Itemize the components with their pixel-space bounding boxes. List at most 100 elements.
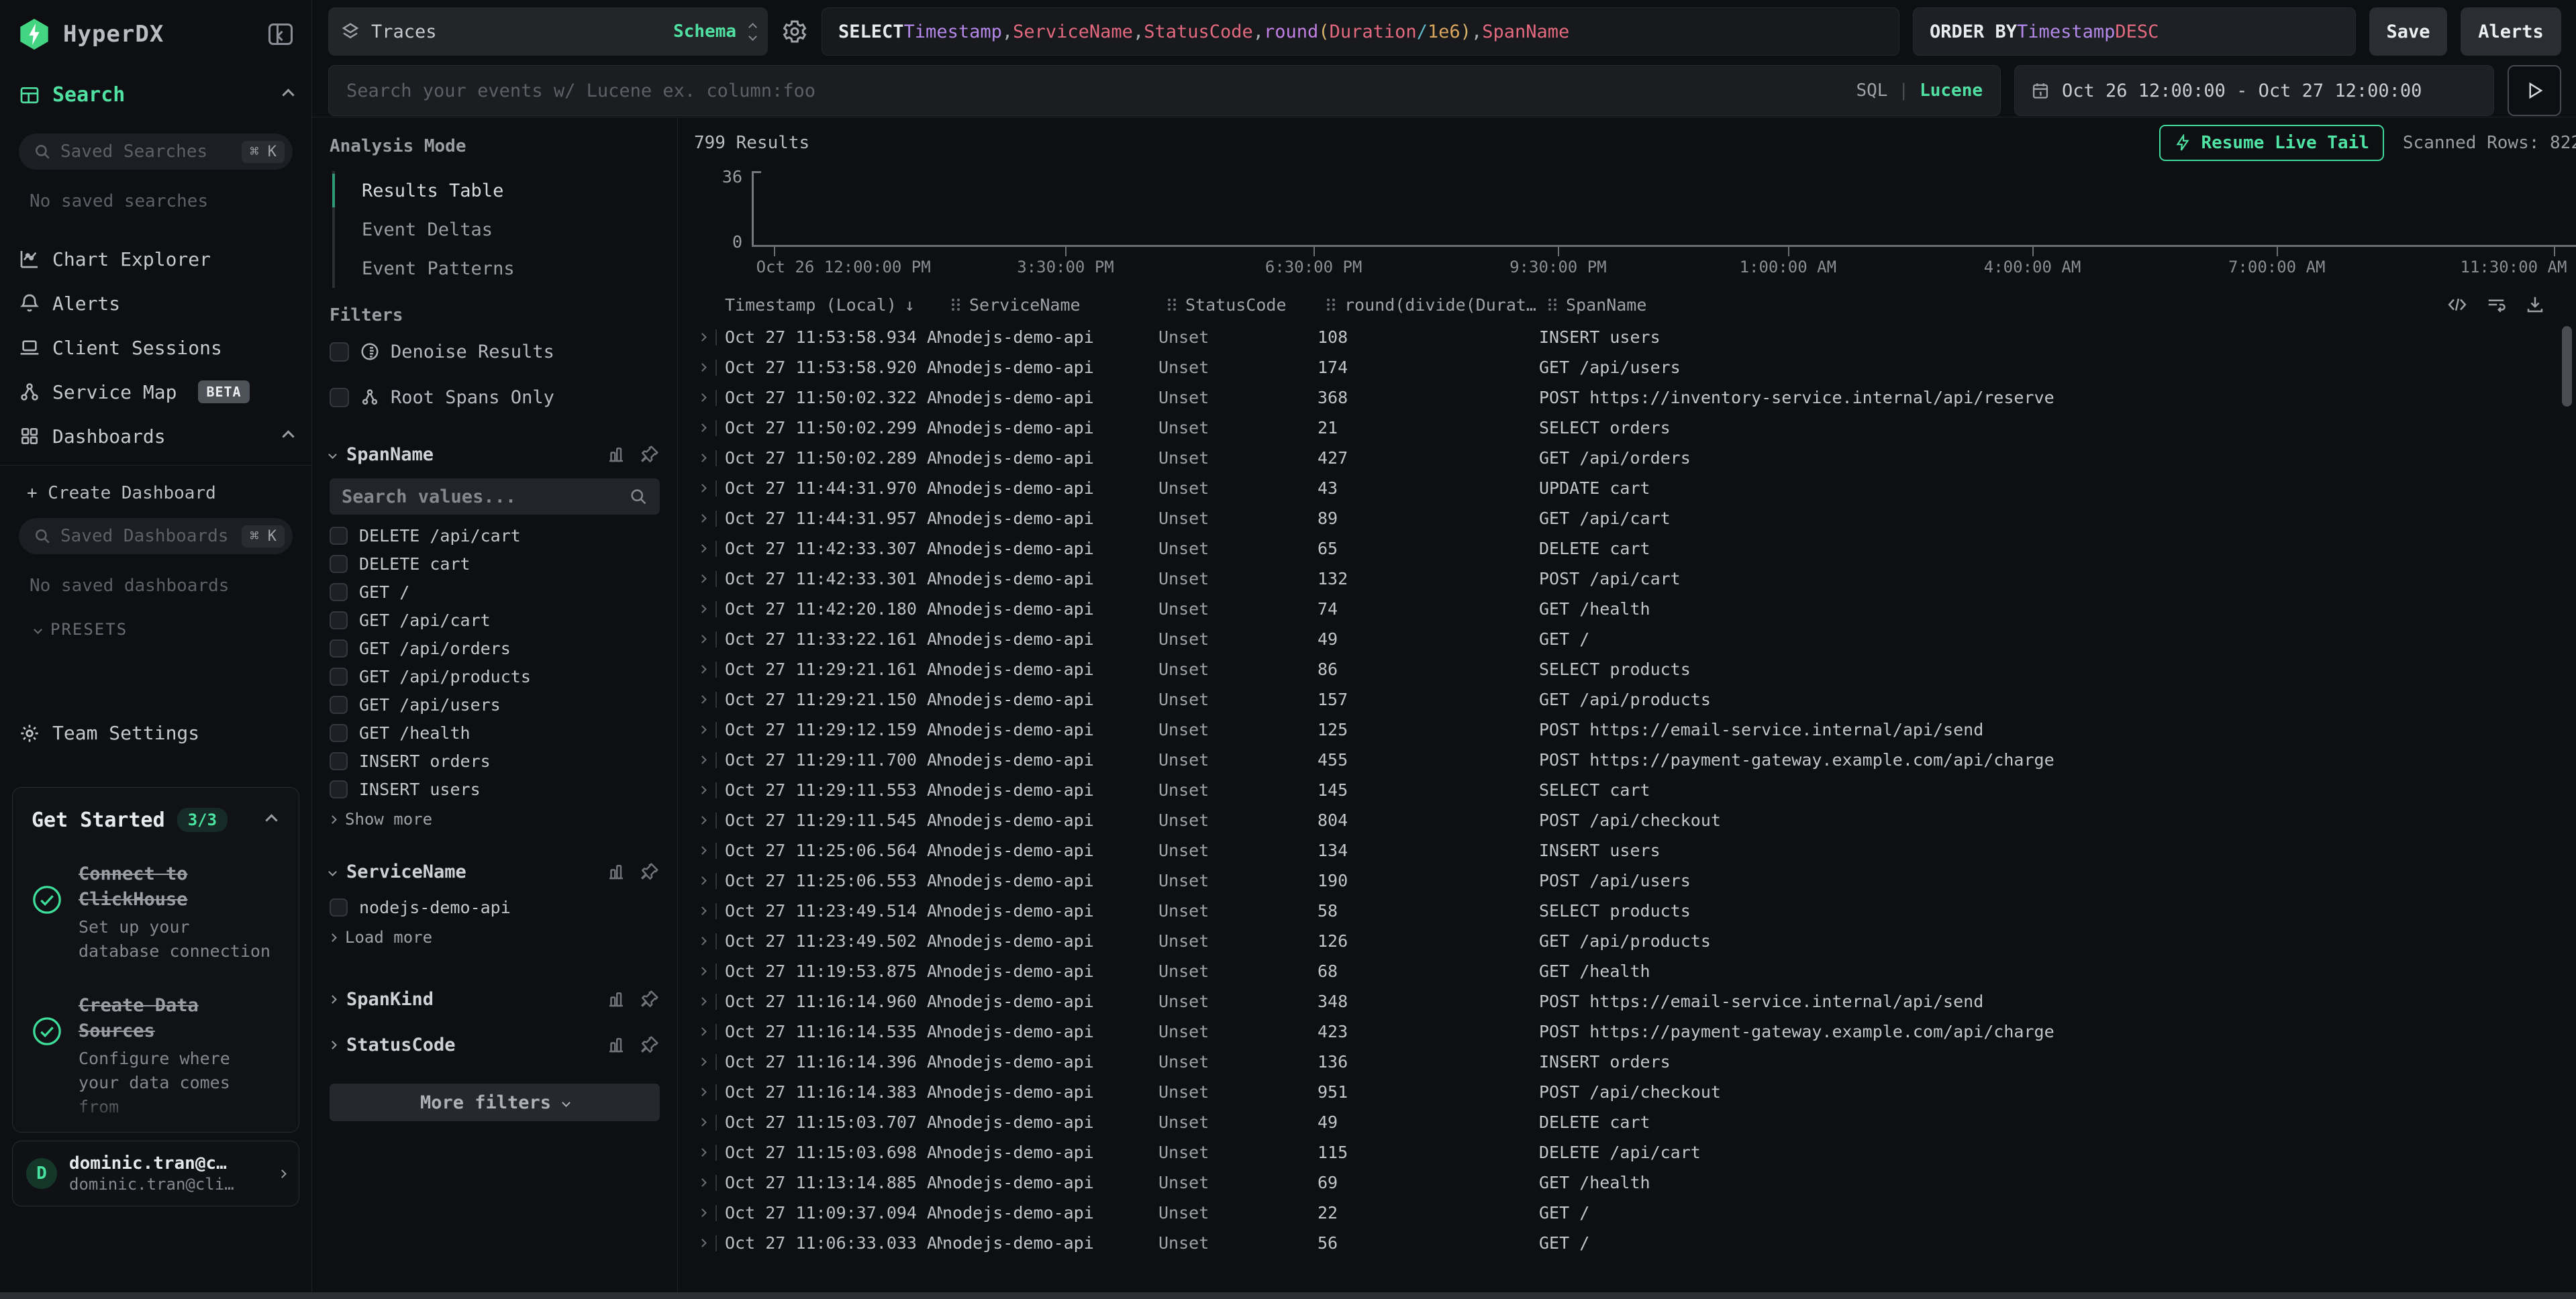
filter-value-row[interactable]: GET /api/users <box>330 690 660 719</box>
table-row[interactable]: Oct 27 11:15:03.707 AM nodejs-demo-api U… <box>694 1107 2576 1137</box>
checkbox[interactable] <box>330 555 348 573</box>
collapse-sidebar-icon[interactable] <box>268 23 293 45</box>
row-expand-icon[interactable] <box>694 334 710 340</box>
sql-toggle[interactable]: SQL <box>1856 81 1887 101</box>
row-expand-icon[interactable] <box>694 757 710 763</box>
row-expand-icon[interactable] <box>694 455 710 461</box>
gear-icon[interactable] <box>781 18 808 45</box>
table-row[interactable]: Oct 27 11:25:06.553 AM nodejs-demo-api U… <box>694 866 2576 896</box>
row-expand-icon[interactable] <box>694 696 710 703</box>
row-expand-icon[interactable] <box>694 515 710 521</box>
column-header-timestamp[interactable]: Timestamp (Local) ↓ <box>725 295 950 315</box>
pin-icon[interactable] <box>640 989 660 1009</box>
table-row[interactable]: Oct 27 11:29:11.553 AM nodejs-demo-api U… <box>694 775 2576 805</box>
events-histogram[interactable]: 36 0 <box>694 171 2576 245</box>
filter-value-row[interactable]: nodejs-demo-api <box>330 893 660 921</box>
presets-toggle[interactable]: PRESETS <box>35 620 293 639</box>
checkbox[interactable] <box>330 639 348 658</box>
row-expand-icon[interactable] <box>694 727 710 733</box>
filter-value-search[interactable]: Search values... <box>330 478 660 515</box>
filter-value-row[interactable]: DELETE cart <box>330 550 660 578</box>
column-header-spanname[interactable]: SpanName <box>1547 295 2576 315</box>
filter-group-spanname[interactable]: SpanName <box>330 439 660 469</box>
row-expand-icon[interactable] <box>694 545 710 552</box>
table-row[interactable]: Oct 27 11:09:37.094 AM nodejs-demo-api U… <box>694 1198 2576 1228</box>
drag-handle-icon[interactable] <box>1547 298 1558 311</box>
wrap-text-icon[interactable] <box>2486 295 2506 315</box>
preset-dashboard-link[interactable] <box>0 639 311 656</box>
get-started-step[interactable]: Create Data Sources Configure where your… <box>32 993 280 1119</box>
root-spans-toggle[interactable]: Root Spans Only <box>330 378 660 417</box>
filter-group-spankind[interactable]: SpanKind <box>330 984 660 1014</box>
filter-value-row[interactable]: GET /api/orders <box>330 634 660 662</box>
table-row[interactable]: Oct 27 11:13:14.885 AM nodejs-demo-api U… <box>694 1167 2576 1198</box>
row-expand-icon[interactable] <box>694 878 710 884</box>
preset-dashboard-link[interactable] <box>0 656 311 674</box>
table-row[interactable]: Oct 27 11:53:58.934 AM nodejs-demo-api U… <box>694 322 2576 352</box>
row-expand-icon[interactable] <box>694 606 710 612</box>
row-expand-icon[interactable] <box>694 1180 710 1186</box>
table-row[interactable]: Oct 27 11:50:02.322 AM nodejs-demo-api U… <box>694 382 2576 413</box>
checkbox[interactable] <box>330 696 348 714</box>
date-range-picker[interactable]: Oct 26 12:00:00 - Oct 27 12:00:00 <box>2014 65 2494 116</box>
column-header-duration[interactable]: round(divide(Durat… <box>1326 295 1547 315</box>
resume-live-tail-button[interactable]: Resume Live Tail <box>2159 125 2383 161</box>
chart-icon[interactable] <box>606 989 626 1009</box>
row-expand-icon[interactable] <box>694 395 710 401</box>
create-dashboard-button[interactable]: + Create Dashboard <box>0 466 311 503</box>
row-expand-icon[interactable] <box>694 968 710 974</box>
table-row[interactable]: Oct 27 11:16:14.960 AM nodejs-demo-api U… <box>694 986 2576 1017</box>
table-row[interactable]: Oct 27 11:44:31.957 AM nodejs-demo-api U… <box>694 503 2576 533</box>
checkbox[interactable] <box>330 668 348 686</box>
code-icon[interactable] <box>2447 295 2467 315</box>
checkbox[interactable] <box>330 583 348 601</box>
table-row[interactable]: Oct 27 11:16:14.396 AM nodejs-demo-api U… <box>694 1047 2576 1077</box>
checkbox[interactable] <box>330 898 348 917</box>
row-expand-icon[interactable] <box>694 1149 710 1155</box>
filter-value-row[interactable]: GET /health <box>330 719 660 747</box>
denoise-results-toggle[interactable]: Denoise Results <box>330 332 660 371</box>
language-toggle[interactable]: SQL | Lucene <box>1856 81 1983 101</box>
table-row[interactable]: Oct 27 11:42:20.180 AM nodejs-demo-api U… <box>694 594 2576 624</box>
mode-event-patterns[interactable]: Event Patterns <box>335 249 660 288</box>
row-expand-icon[interactable] <box>694 576 710 582</box>
row-expand-icon[interactable] <box>694 425 710 431</box>
chart-icon[interactable] <box>606 862 626 882</box>
checkbox[interactable] <box>330 752 348 770</box>
sidebar-item-alerts[interactable]: Alerts <box>0 281 311 325</box>
checkbox[interactable] <box>330 780 348 798</box>
table-row[interactable]: Oct 27 11:23:49.502 AM nodejs-demo-api U… <box>694 926 2576 956</box>
row-expand-icon[interactable] <box>694 908 710 914</box>
table-row[interactable]: Oct 27 11:50:02.289 AM nodejs-demo-api U… <box>694 443 2576 473</box>
checkbox[interactable] <box>330 611 348 629</box>
row-expand-icon[interactable] <box>694 364 710 370</box>
filter-value-row[interactable]: INSERT orders <box>330 747 660 775</box>
filter-value-row[interactable]: GET /api/cart <box>330 606 660 634</box>
table-row[interactable]: Oct 27 11:29:11.545 AM nodejs-demo-api U… <box>694 805 2576 835</box>
preset-dashboard-link[interactable] <box>0 674 311 691</box>
sidebar-item-search[interactable]: Search <box>19 83 293 107</box>
load-more-link[interactable]: Load more <box>330 923 660 952</box>
table-row[interactable]: Oct 27 11:29:21.161 AM nodejs-demo-api U… <box>694 654 2576 684</box>
table-row[interactable]: Oct 27 11:42:33.307 AM nodejs-demo-api U… <box>694 533 2576 564</box>
alerts-button[interactable]: Alerts <box>2461 7 2561 56</box>
checkbox[interactable] <box>330 527 348 545</box>
table-row[interactable]: Oct 27 11:33:22.161 AM nodejs-demo-api U… <box>694 624 2576 654</box>
filter-value-row[interactable]: DELETE /api/cart <box>330 521 660 550</box>
show-more-link[interactable]: Show more <box>330 804 660 834</box>
row-expand-icon[interactable] <box>694 787 710 793</box>
table-row[interactable]: Oct 27 11:16:14.535 AM nodejs-demo-api U… <box>694 1017 2576 1047</box>
histogram-bars[interactable] <box>752 171 2575 245</box>
table-row[interactable]: Oct 27 11:16:14.383 AM nodejs-demo-api U… <box>694 1077 2576 1107</box>
source-select[interactable]: Traces Schema <box>328 7 768 56</box>
table-row[interactable]: Oct 27 11:25:06.564 AM nodejs-demo-api U… <box>694 835 2576 866</box>
row-expand-icon[interactable] <box>694 817 710 823</box>
run-query-button[interactable] <box>2508 65 2561 116</box>
save-button[interactable]: Save <box>2369 7 2447 56</box>
filter-group-servicename[interactable]: ServiceName <box>330 857 660 886</box>
row-expand-icon[interactable] <box>694 636 710 642</box>
row-expand-icon[interactable] <box>694 666 710 672</box>
pin-icon[interactable] <box>640 444 660 464</box>
row-expand-icon[interactable] <box>694 998 710 1004</box>
table-row[interactable]: Oct 27 11:42:33.301 AM nodejs-demo-api U… <box>694 564 2576 594</box>
